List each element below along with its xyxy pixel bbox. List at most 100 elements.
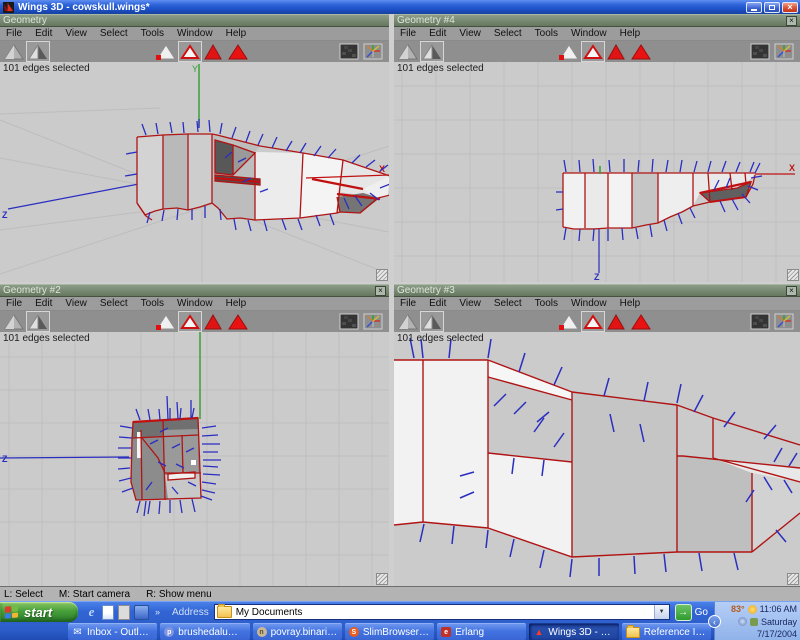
menu-file[interactable]: File: [400, 298, 416, 309]
taskbar-button-erlang[interactable]: eErlang: [437, 623, 526, 640]
menu-tools[interactable]: Tools: [141, 28, 164, 39]
viewport-close-button[interactable]: ×: [786, 16, 797, 26]
ground-plane-toggle-button[interactable]: [749, 42, 771, 61]
menu-window[interactable]: Window: [177, 28, 213, 39]
vertex-select-button[interactable]: [558, 42, 580, 61]
start-button[interactable]: start: [0, 602, 78, 622]
vertex-select-button[interactable]: [558, 312, 580, 331]
menu-help[interactable]: Help: [226, 298, 247, 309]
smooth-shade-button[interactable]: [3, 312, 25, 331]
viewport-header[interactable]: Geometry #2 ×: [0, 284, 389, 297]
face-select-button[interactable]: [606, 42, 628, 61]
menu-edit[interactable]: Edit: [429, 28, 446, 39]
address-dropdown-button[interactable]: ▼: [654, 605, 669, 619]
quick-launch-overflow-chevron[interactable]: »: [155, 607, 160, 617]
edge-select-button[interactable]: [179, 312, 201, 331]
menu-help[interactable]: Help: [620, 298, 641, 309]
window-titlebar[interactable]: Wings 3D - cowskull.wings* ×: [0, 0, 800, 14]
close-button[interactable]: ×: [782, 2, 798, 13]
menu-edit[interactable]: Edit: [35, 28, 52, 39]
axes-toggle-button[interactable]: [362, 312, 384, 331]
agent-icon[interactable]: [750, 618, 758, 626]
edge-select-button[interactable]: [179, 42, 201, 61]
body-select-button[interactable]: [227, 312, 249, 331]
resize-grip[interactable]: [787, 573, 799, 585]
menu-view[interactable]: View: [65, 28, 87, 39]
smooth-shade-button[interactable]: [397, 42, 419, 61]
flat-shade-button[interactable]: [27, 42, 49, 61]
flat-shade-button[interactable]: [421, 312, 443, 331]
web-page-icon[interactable]: [102, 605, 114, 620]
edge-select-button[interactable]: [582, 312, 604, 331]
body-select-button[interactable]: [227, 42, 249, 61]
menu-select[interactable]: Select: [100, 28, 128, 39]
menu-select[interactable]: Select: [494, 298, 522, 309]
menu-tools[interactable]: Tools: [535, 28, 558, 39]
viewport-close-button[interactable]: ×: [375, 286, 386, 296]
smooth-shade-button[interactable]: [397, 312, 419, 331]
viewport-header[interactable]: Geometry #4 ×: [394, 14, 800, 27]
menu-file[interactable]: File: [6, 298, 22, 309]
menu-window[interactable]: Window: [571, 28, 607, 39]
3d-canvas-side[interactable]: 101 edges selected Z: [394, 62, 800, 282]
menu-select[interactable]: Select: [100, 298, 128, 309]
taskbar-button-folder[interactable]: Reference Images: [622, 623, 711, 640]
3d-canvas-zoomed[interactable]: 101 edges selected: [394, 332, 800, 586]
menu-view[interactable]: View: [459, 28, 481, 39]
internet-explorer-icon[interactable]: e: [85, 605, 98, 620]
go-arrow-icon[interactable]: →: [675, 604, 692, 621]
resize-grip[interactable]: [376, 269, 388, 281]
viewport-header[interactable]: Geometry #3 ×: [394, 284, 800, 297]
resize-grip[interactable]: [787, 269, 799, 281]
axes-toggle-button[interactable]: [773, 42, 795, 61]
restore-button[interactable]: [764, 2, 780, 13]
edge-select-button[interactable]: [582, 42, 604, 61]
ground-plane-toggle-button[interactable]: [338, 312, 360, 331]
taskbar-button-newsgroup[interactable]: npovray.binaries.im...: [253, 623, 342, 640]
vertex-select-button[interactable]: [155, 312, 177, 331]
menu-edit[interactable]: Edit: [429, 298, 446, 309]
vertex-select-button[interactable]: [155, 42, 177, 61]
taskbar-button-povray-file[interactable]: pbrushedalum.pov:li...: [160, 623, 249, 640]
network-icon[interactable]: [738, 617, 747, 626]
weather-icon[interactable]: [748, 605, 757, 614]
menu-edit[interactable]: Edit: [35, 298, 52, 309]
taskbar-button-slimbrowser[interactable]: SSlimBrowser - [Goo...: [345, 623, 434, 640]
taskbar-button-outlook-mail[interactable]: ✉Inbox - Outlook Ex...: [68, 623, 157, 640]
menu-select[interactable]: Select: [494, 28, 522, 39]
menu-tools[interactable]: Tools: [535, 298, 558, 309]
document-icon[interactable]: [118, 605, 130, 620]
3d-canvas-front[interactable]: 101 edges selected Z: [0, 332, 389, 586]
menu-help[interactable]: Help: [620, 28, 641, 39]
viewport-header[interactable]: Geometry: [0, 14, 389, 27]
flat-shade-button[interactable]: [27, 312, 49, 331]
face-select-button[interactable]: [203, 312, 225, 331]
menu-window[interactable]: Window: [571, 298, 607, 309]
menu-window[interactable]: Window: [177, 298, 213, 309]
menu-file[interactable]: File: [6, 28, 22, 39]
application-icon[interactable]: [134, 605, 149, 620]
3d-canvas-perspective[interactable]: 101 edges selected Y Z: [0, 62, 389, 282]
ground-plane-toggle-button[interactable]: [338, 42, 360, 61]
minimize-button[interactable]: [746, 2, 762, 13]
menu-view[interactable]: View: [459, 298, 481, 309]
taskbar-button-wings3d[interactable]: ▲Wings 3D - cowskul...: [529, 623, 618, 640]
viewport-close-button[interactable]: ×: [786, 286, 797, 296]
menu-tools[interactable]: Tools: [141, 298, 164, 309]
menu-help[interactable]: Help: [226, 28, 247, 39]
flat-shade-button[interactable]: [421, 42, 443, 61]
face-select-button[interactable]: [203, 42, 225, 61]
menu-file[interactable]: File: [400, 28, 416, 39]
face-select-button[interactable]: [606, 312, 628, 331]
body-select-button[interactable]: [630, 42, 652, 61]
erlang-icon: e: [441, 627, 451, 637]
axes-toggle-button[interactable]: [362, 42, 384, 61]
ground-plane-toggle-button[interactable]: [749, 312, 771, 331]
tray-collapse-button[interactable]: ‹: [708, 615, 721, 628]
body-select-button[interactable]: [630, 312, 652, 331]
resize-grip[interactable]: [376, 573, 388, 585]
menu-view[interactable]: View: [65, 298, 87, 309]
smooth-shade-button[interactable]: [3, 42, 25, 61]
address-bar[interactable]: My Documents ▼: [214, 604, 670, 620]
axes-toggle-button[interactable]: [773, 312, 795, 331]
